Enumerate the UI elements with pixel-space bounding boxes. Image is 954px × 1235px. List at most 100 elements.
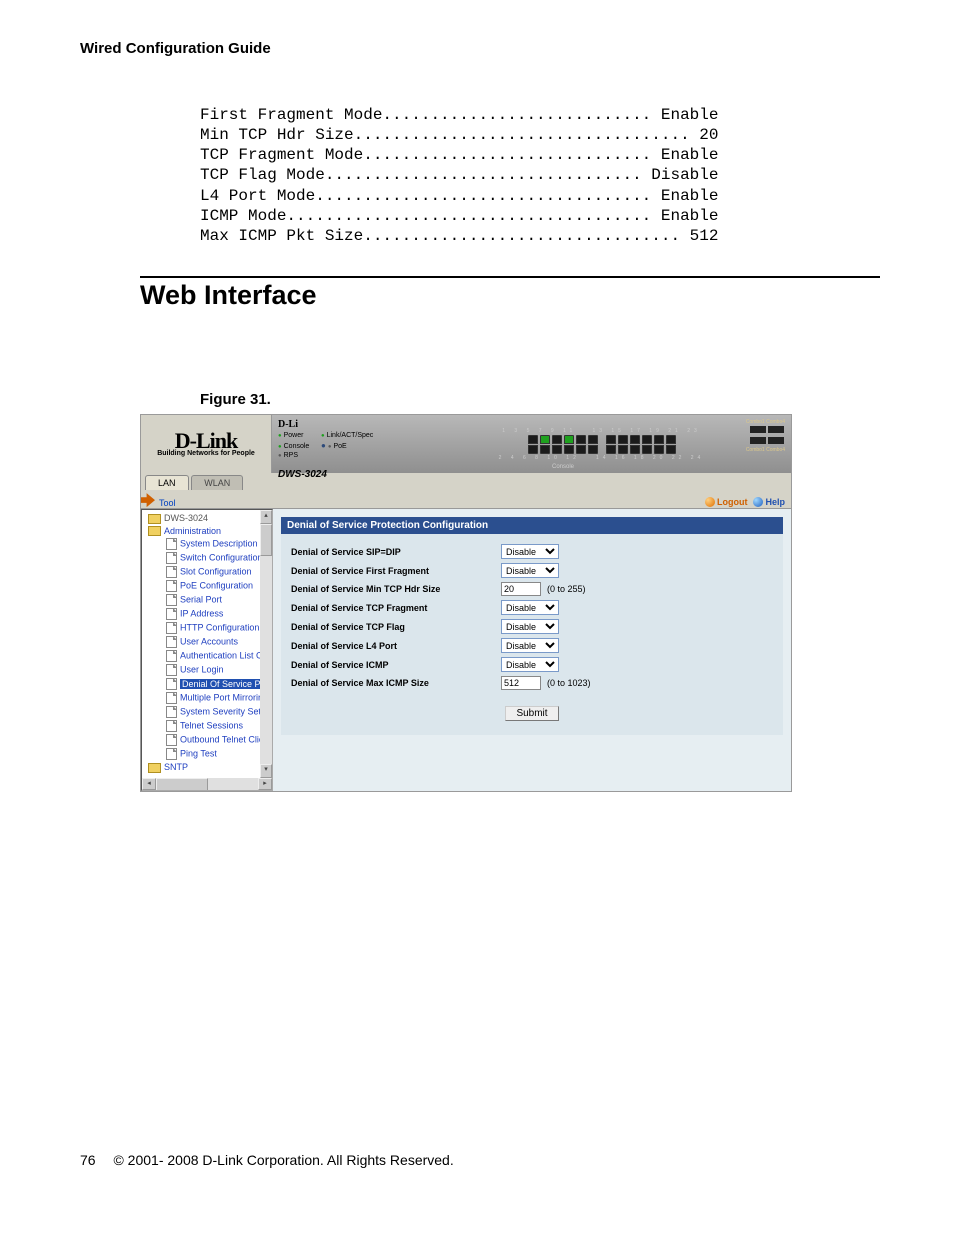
device-icon bbox=[148, 514, 161, 524]
scroll-up-icon[interactable]: ▴ bbox=[260, 510, 272, 524]
tree-item[interactable]: HTTP Configuration bbox=[144, 621, 272, 635]
document-icon bbox=[166, 692, 177, 704]
submit-button[interactable] bbox=[505, 706, 558, 721]
label-icmp: Denial of Service ICMP bbox=[291, 660, 501, 670]
tree-item-label: IP Address bbox=[180, 609, 223, 619]
tree-item-label: PoE Configuration bbox=[180, 581, 253, 591]
tab-wlan[interactable]: WLAN bbox=[191, 475, 243, 490]
horizontal-scrollbar[interactable]: ◂ ▸ bbox=[142, 778, 272, 790]
device-model: DWS-3024 bbox=[278, 469, 478, 480]
tree-root[interactable]: DWS-3024 bbox=[144, 512, 272, 525]
tree-item-label: Denial Of Service Prot bbox=[180, 679, 272, 689]
scroll-left-icon[interactable]: ◂ bbox=[142, 778, 156, 790]
section-heading: Web Interface bbox=[140, 280, 874, 311]
tree-item-label: User Login bbox=[180, 665, 224, 675]
label-min-tcp-hdr: Denial of Service Min TCP Hdr Size bbox=[291, 584, 501, 594]
select-icmp[interactable]: Disable bbox=[501, 657, 559, 672]
tool-arrow-icon[interactable] bbox=[141, 493, 155, 507]
port-diagram: 1 3 5 7 9 11 13 15 17 19 21 23 2 4 6 8 1… bbox=[478, 419, 725, 469]
document-icon bbox=[166, 748, 177, 760]
document-icon bbox=[166, 566, 177, 578]
panel-title: Denial of Service Protection Configurati… bbox=[281, 517, 783, 534]
tree-item[interactable]: Serial Port bbox=[144, 593, 272, 607]
screenshot: D-Link Building Networks for People D-Li… bbox=[140, 414, 792, 792]
folder-icon bbox=[148, 526, 161, 536]
help-button[interactable]: Help bbox=[753, 497, 785, 508]
select-tcp-flag[interactable]: Disable bbox=[501, 619, 559, 634]
label-l4-port: Denial of Service L4 Port bbox=[291, 641, 501, 651]
tree-item[interactable]: System Severity Settin bbox=[144, 705, 272, 719]
figure-caption: Figure 31. bbox=[200, 391, 874, 408]
tree-item-label: Ping Test bbox=[180, 749, 217, 759]
tree-item[interactable]: Outbound Telnet Clien bbox=[144, 733, 272, 747]
tree-item-label: User Accounts bbox=[180, 637, 238, 647]
tree-item-label: Switch Configuration bbox=[180, 553, 263, 563]
scroll-right-icon[interactable]: ▸ bbox=[258, 778, 272, 790]
tree-item-label: Serial Port bbox=[180, 595, 222, 605]
tree-item[interactable]: Authentication List Con bbox=[144, 649, 272, 663]
page-number: 76 bbox=[80, 1152, 96, 1168]
device-panel: D-Li Power Link/ACT/Spec Console PoE RPS… bbox=[272, 415, 791, 473]
tree-item-label: Authentication List Con bbox=[180, 651, 272, 661]
select-tcp-fragment[interactable]: Disable bbox=[501, 600, 559, 615]
tree-item[interactable]: Telnet Sessions bbox=[144, 719, 272, 733]
tree-item[interactable]: Denial Of Service Prot bbox=[144, 677, 272, 691]
folder-icon bbox=[148, 763, 161, 773]
label-tcp-fragment: Denial of Service TCP Fragment bbox=[291, 603, 501, 613]
hint-max-icmp: (0 to 1023) bbox=[547, 678, 591, 688]
combo-slot-icon bbox=[768, 426, 784, 433]
combo-slot-icon bbox=[768, 437, 784, 444]
led-link-label: Link/ACT/Spec bbox=[327, 432, 374, 439]
hint-min-tcp-hdr: (0 to 255) bbox=[547, 584, 586, 594]
content-pane: Denial of Service Protection Configurati… bbox=[273, 509, 791, 791]
scroll-thumb[interactable] bbox=[260, 524, 272, 556]
tree-item-label: Multiple Port Mirroring bbox=[180, 693, 268, 703]
tree-item-label: Outbound Telnet Clien bbox=[180, 735, 269, 745]
tree-item[interactable]: Multiple Port Mirroring bbox=[144, 691, 272, 705]
device-brand: D-Li bbox=[278, 419, 478, 430]
tool-menu[interactable]: Tool bbox=[159, 498, 176, 508]
tree-item[interactable]: User Login bbox=[144, 663, 272, 677]
tab-lan[interactable]: LAN bbox=[145, 475, 189, 490]
cli-output-block: First Fragment Mode.....................… bbox=[200, 105, 874, 246]
select-sip-dip[interactable]: Disable bbox=[501, 544, 559, 559]
document-icon bbox=[166, 580, 177, 592]
help-icon bbox=[753, 497, 763, 507]
document-icon bbox=[166, 552, 177, 564]
brand-logo-text: D-Link bbox=[175, 431, 237, 451]
logout-button[interactable]: Logout bbox=[705, 497, 748, 508]
input-max-icmp[interactable] bbox=[501, 676, 541, 690]
document-icon bbox=[166, 636, 177, 648]
document-icon bbox=[166, 706, 177, 718]
tree-item[interactable]: Ping Test bbox=[144, 747, 272, 761]
toolbar: Tool Logout Help bbox=[141, 490, 791, 509]
scroll-down-icon[interactable]: ▾ bbox=[260, 764, 272, 778]
tree-sntp[interactable]: SNTP bbox=[144, 761, 272, 774]
tree-item[interactable]: IP Address bbox=[144, 607, 272, 621]
vertical-scrollbar[interactable]: ▴ ▾ bbox=[260, 510, 272, 778]
copyright: © 2001- 2008 D-Link Corporation. All Rig… bbox=[113, 1152, 453, 1168]
label-first-fragment: Denial of Service First Fragment bbox=[291, 566, 501, 576]
document-icon bbox=[166, 594, 177, 606]
logout-icon bbox=[705, 497, 715, 507]
select-l4-port[interactable]: Disable bbox=[501, 638, 559, 653]
label-sip-dip: Denial of Service SIP=DIP bbox=[291, 547, 501, 557]
combo-label: Combo1 Combo4 bbox=[725, 419, 785, 425]
hscroll-thumb[interactable] bbox=[156, 778, 208, 791]
tree-item[interactable]: Slot Configuration bbox=[144, 565, 272, 579]
document-icon bbox=[166, 664, 177, 676]
tree-item[interactable]: System Description bbox=[144, 537, 272, 551]
combo-label-2: Combo1 Combo4 bbox=[725, 447, 785, 453]
tree-item[interactable]: PoE Configuration bbox=[144, 579, 272, 593]
tree-administration[interactable]: Administration bbox=[144, 525, 272, 538]
input-min-tcp-hdr[interactable] bbox=[501, 582, 541, 596]
select-first-fragment[interactable]: Disable bbox=[501, 563, 559, 578]
tree-item-label: Slot Configuration bbox=[180, 567, 252, 577]
led-poe-label: PoE bbox=[333, 443, 346, 450]
led-power-label: Power bbox=[284, 432, 304, 439]
document-icon bbox=[166, 650, 177, 662]
brand-tagline: Building Networks for People bbox=[157, 450, 255, 457]
combo-slot-icon bbox=[750, 426, 766, 433]
tree-item[interactable]: User Accounts bbox=[144, 635, 272, 649]
tree-item[interactable]: Switch Configuration bbox=[144, 551, 272, 565]
